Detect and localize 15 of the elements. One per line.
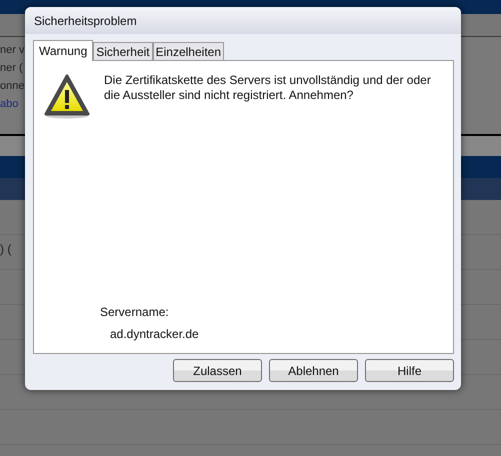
dialog-button[interactable]: Hilfe (365, 359, 454, 382)
server-name-label: Servername: (100, 305, 169, 319)
tab[interactable]: Einzelheiten (152, 42, 224, 60)
server-name-value: ad.dyntracker.de (109, 327, 199, 341)
warning-icon (44, 73, 90, 119)
window-title: Sicherheitsproblem (34, 14, 137, 28)
warning-message: Die Zertifikatskette des Servers ist unvollständig und der oder die Aussteller sind nicht registriert. Annehmen? (104, 73, 432, 104)
text-fragment: ner v (0, 43, 24, 58)
dialog-button[interactable]: Ablehnen (269, 359, 358, 382)
dialog-button[interactable]: Zulassen (173, 359, 262, 382)
text-fragment: ) ( (0, 242, 12, 256)
tab[interactable]: Warnung (33, 40, 94, 61)
text-fragment: ner ( (0, 61, 23, 76)
tab[interactable]: Sicherheit (93, 42, 153, 60)
text-fragment: onne (0, 79, 24, 94)
